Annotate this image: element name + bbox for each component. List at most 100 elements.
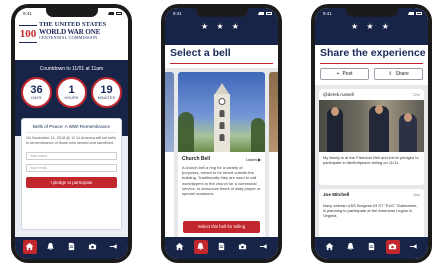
tab-camera[interactable] (236, 240, 250, 254)
days-counter: 36 DAYS (21, 77, 52, 108)
document-icon (368, 242, 375, 251)
share-actions: + Post ⇪ Share (320, 68, 423, 80)
status-time: 9:41 (323, 11, 332, 16)
page-title: Select a bell (170, 45, 273, 64)
select-bell-screen: 9:41 ★ ★ ★ Select a bell Church Bell Lis… (165, 8, 278, 259)
notch (45, 8, 98, 17)
tab-taps[interactable] (407, 240, 421, 254)
tab-info[interactable] (365, 240, 379, 254)
tab-info[interactable] (215, 240, 229, 254)
email-field[interactable]: Your email (26, 163, 117, 172)
listen-button[interactable]: Listen ▶ (246, 157, 261, 162)
notch (195, 8, 248, 17)
post-photo (319, 100, 424, 152)
share-button[interactable]: ⇪ Share (374, 68, 423, 80)
tab-home[interactable] (173, 240, 187, 254)
minutes-value: 19 (100, 84, 113, 96)
post-button[interactable]: + Post (320, 68, 369, 80)
phone-share: 9:41 ★ ★ ★ Share the experience + Post ⇪ S… (311, 4, 432, 263)
status-time: 9:41 (23, 11, 32, 16)
pledge-card: Bells of Peace: A WWI Remembrance On Nov… (21, 118, 122, 230)
home-icon (25, 242, 34, 251)
centennial-logo: 100 THE UNITED STATES WORLD WAR ONE CENT… (19, 21, 124, 46)
tab-taps[interactable] (257, 240, 271, 254)
hours-label: HOURS (64, 96, 79, 100)
tab-bar (315, 237, 428, 259)
countdown-title: Countdown to 11/01 at 11am (39, 66, 104, 72)
bugle-icon (109, 244, 117, 249)
app-showcase: 9:41 100 THE UNITED STATES WORLD WAR ONE… (0, 0, 436, 266)
post-button-label: Post (342, 71, 353, 77)
bell-card[interactable]: Church Bell Listen ▶ A church bell a rin… (178, 72, 265, 242)
tab-bar (165, 237, 278, 259)
signal-icon (258, 12, 264, 15)
page-title: Share the experience (320, 45, 426, 64)
pledge-button[interactable]: I pledge to participate (26, 176, 117, 188)
post-time: 22m (413, 92, 420, 97)
share-icon: ⇪ (388, 71, 393, 77)
tab-bells[interactable] (44, 240, 58, 254)
bell-icon (347, 242, 354, 251)
days-value: 36 (30, 84, 43, 96)
post-text: Navy veteran USS Burgess 03 ST "EUC" Sub… (323, 203, 418, 219)
phone-countdown: 9:41 100 THE UNITED STATES WORLD WAR ONE… (11, 4, 132, 263)
bell-photo (178, 72, 265, 152)
logo-number: 100 (19, 28, 37, 40)
stars-emblem: ★ ★ ★ (201, 22, 242, 31)
tab-camera[interactable] (86, 240, 100, 254)
tab-bells[interactable] (193, 239, 208, 254)
battery-icon (416, 12, 422, 15)
bell-icon (47, 242, 54, 251)
stars-emblem: ★ ★ ★ (351, 22, 392, 31)
hours-counter: 1 HOURS (56, 77, 87, 108)
bell-icon (197, 242, 204, 251)
notch (345, 8, 398, 17)
document-icon (68, 242, 75, 251)
tab-home[interactable] (22, 239, 37, 254)
countdown-timer: 36 DAYS 1 HOURS 19 MINUTES (21, 77, 122, 108)
document-icon (218, 242, 225, 251)
hours-value: 1 (68, 84, 75, 96)
battery-icon (266, 12, 272, 15)
share-button-label: Share (395, 71, 409, 77)
phone-select-bell: 9:41 ★ ★ ★ Select a bell Church Bell Lis… (161, 4, 282, 263)
tab-info[interactable] (65, 240, 79, 254)
next-bell-card[interactable] (269, 72, 278, 242)
tab-bells[interactable] (344, 240, 358, 254)
post-text: My family is at the Freedom Bell and we'… (323, 155, 419, 166)
select-bell-button[interactable]: Select this bell for tolling (183, 221, 260, 233)
camera-icon (388, 243, 397, 250)
battery-icon (116, 12, 122, 15)
camera-icon (88, 243, 97, 250)
tab-taps[interactable] (107, 240, 121, 254)
post-time: 45m (413, 192, 420, 197)
countdown-screen: 9:41 100 THE UNITED STATES WORLD WAR ONE… (15, 8, 128, 259)
previous-bell-card[interactable] (165, 72, 174, 242)
bugle-icon (409, 244, 417, 249)
home-icon (325, 242, 334, 251)
signal-icon (108, 12, 114, 15)
tab-bar (15, 237, 128, 259)
status-time: 9:41 (173, 11, 182, 16)
post-username[interactable]: Joe Mitchell (323, 192, 349, 197)
bell-title: Church Bell (182, 156, 211, 162)
days-label: DAYS (31, 96, 42, 100)
minutes-counter: 19 MINUTES (91, 77, 122, 108)
feed-post[interactable]: @derek.russell 22m My family is at the F… (319, 89, 424, 185)
home-icon (175, 242, 184, 251)
pledge-card-text: On November 11, 2018 @ 11 11 America wil… (26, 136, 116, 145)
plus-icon: + (336, 71, 340, 77)
camera-icon (238, 243, 247, 250)
bugle-icon (259, 244, 267, 249)
bell-description: A church bell a ring for a variety of pu… (182, 165, 261, 196)
signal-icon (408, 12, 414, 15)
share-screen: 9:41 ★ ★ ★ Share the experience + Post ⇪ S… (315, 8, 428, 259)
tab-home[interactable] (323, 240, 337, 254)
pledge-card-title: Bells of Peace: A WWI Remembrance (26, 124, 117, 133)
tab-camera[interactable] (385, 239, 400, 254)
name-field[interactable]: Your name (26, 151, 117, 160)
post-username[interactable]: @derek.russell (323, 92, 354, 97)
logo-line-3: CENTENNIAL COMMISSION (39, 34, 98, 40)
feed-post[interactable]: Joe Mitchell 45m Navy veteran USS Burges… (319, 189, 424, 241)
minutes-label: MINUTES (97, 96, 116, 100)
